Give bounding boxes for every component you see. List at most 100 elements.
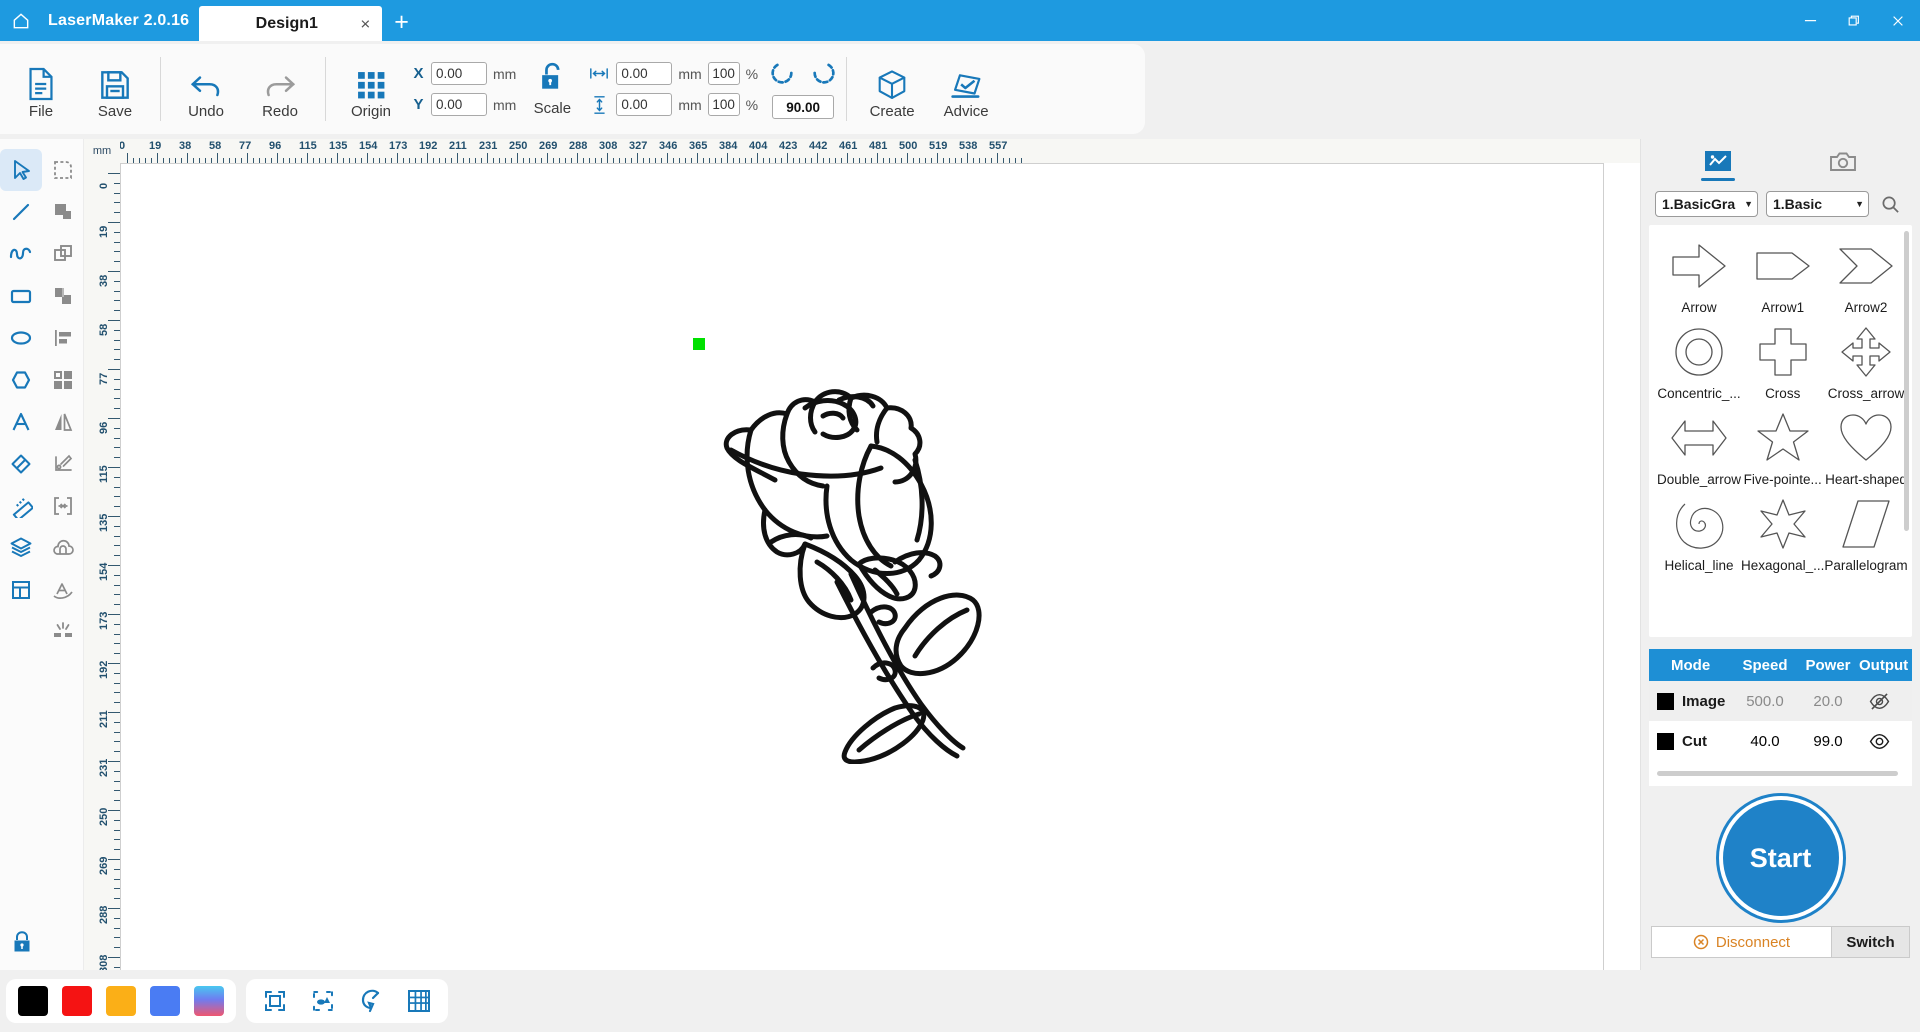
rotation-input[interactable]: 90.00 xyxy=(772,95,835,119)
undo-button[interactable]: Undo xyxy=(169,44,243,134)
lock-icon[interactable] xyxy=(8,928,36,956)
eye-off-icon[interactable] xyxy=(1859,692,1899,710)
canvas-area[interactable]: mm 0 19 38 58 77 96 115 135 154 173 192 211 231 250 26… xyxy=(84,139,1640,970)
shape-arrow1[interactable]: Arrow1 xyxy=(1741,229,1824,315)
line-tool[interactable] xyxy=(0,191,42,233)
text-path-tool[interactable] xyxy=(42,569,84,611)
rotate-right-icon[interactable] xyxy=(810,59,838,92)
select-shapes-icon[interactable] xyxy=(306,984,340,1018)
width-percent-input[interactable]: 100 xyxy=(707,62,740,85)
ribbon-toolbar-wrap: File Save Undo Redo Origin X 0.00 mm Y 0… xyxy=(0,41,1920,139)
width-input[interactable]: 0.00 xyxy=(616,62,673,85)
y-input[interactable]: 0.00 xyxy=(431,93,487,116)
redo-button[interactable]: Redo xyxy=(243,44,317,134)
close-window-icon[interactable] xyxy=(1876,0,1920,41)
file-button[interactable]: File xyxy=(4,44,78,134)
fit-selection-icon[interactable] xyxy=(258,984,292,1018)
layer-color-chip xyxy=(1657,692,1674,710)
design-sheet[interactable] xyxy=(120,163,1604,970)
shape-hexagonal-star[interactable]: Hexagonal_... xyxy=(1741,487,1824,573)
save-button[interactable]: Save xyxy=(78,44,152,134)
shape-cross-arrow[interactable]: Cross_arrow xyxy=(1824,315,1907,401)
shape-heart[interactable]: Heart-shaped xyxy=(1824,401,1907,487)
table-row[interactable]: Image 500.0 20.0 xyxy=(1649,681,1912,721)
shape-parallelogram[interactable]: Parallelogram xyxy=(1824,487,1908,573)
shape-double-arrow[interactable]: Double_arrow xyxy=(1657,401,1741,487)
shape-arrow[interactable]: Arrow xyxy=(1657,229,1741,315)
power-cell[interactable]: 99.0 xyxy=(1797,733,1859,750)
maximize-icon[interactable] xyxy=(1832,0,1876,41)
camera-tab[interactable] xyxy=(1808,143,1878,187)
node-edit-tool[interactable] xyxy=(42,149,84,191)
shape-concentric[interactable]: Concentric_... xyxy=(1657,315,1741,401)
start-button[interactable]: Start xyxy=(1722,800,1839,916)
ruler-tick xyxy=(108,222,120,223)
curve-tool[interactable] xyxy=(0,233,42,275)
selection-handle[interactable] xyxy=(693,338,705,350)
laser-focus-tool[interactable] xyxy=(42,611,84,653)
search-icon[interactable] xyxy=(1877,191,1903,217)
color-swatch-black[interactable] xyxy=(18,986,48,1016)
offset-tool[interactable] xyxy=(42,485,84,527)
rectangle-tool[interactable] xyxy=(0,275,42,317)
align-tool[interactable] xyxy=(42,317,84,359)
vertical-ruler[interactable]: 0 19 38 58 77 96 115 135 154 173 192 211 231 250 269 28… xyxy=(84,163,120,970)
table-row[interactable]: Cut 40.0 99.0 xyxy=(1649,721,1912,761)
speed-cell[interactable]: 40.0 xyxy=(1733,733,1797,750)
shape-library[interactable]: Arrow Arrow1 Arrow2 Concentric_... Cross… xyxy=(1649,225,1912,637)
subcategory-value: 1.Basic xyxy=(1773,196,1823,212)
close-icon[interactable]: × xyxy=(360,15,370,32)
frame-tool[interactable] xyxy=(0,569,42,611)
ellipse-tool[interactable] xyxy=(0,317,42,359)
color-swatch-orange[interactable] xyxy=(106,986,136,1016)
advice-button[interactable]: Advice xyxy=(929,44,1003,134)
category-select[interactable]: 1.BasicGra ▼ xyxy=(1655,191,1758,217)
create-button[interactable]: Create xyxy=(855,44,929,134)
minimize-icon[interactable] xyxy=(1788,0,1832,41)
subcategory-select[interactable]: 1.Basic ▼ xyxy=(1766,191,1869,217)
layers-tool[interactable] xyxy=(0,527,42,569)
text-tool[interactable] xyxy=(0,401,42,443)
color-swatch-blue[interactable] xyxy=(150,986,180,1016)
power-cell[interactable]: 20.0 xyxy=(1797,693,1859,710)
library-tab[interactable] xyxy=(1683,143,1753,187)
select-tool[interactable] xyxy=(0,149,42,191)
new-tab-icon[interactable]: + xyxy=(382,10,421,41)
cloud-tool[interactable] xyxy=(42,527,84,569)
undo-icon xyxy=(188,59,224,101)
rose-artwork[interactable] xyxy=(709,364,989,764)
ruler-tool[interactable] xyxy=(0,485,42,527)
shape-cross[interactable]: Cross xyxy=(1741,315,1824,401)
height-input[interactable]: 0.00 xyxy=(616,93,673,116)
eye-icon[interactable] xyxy=(1859,733,1899,750)
intersect-tool[interactable] xyxy=(42,275,84,317)
array-tool[interactable] xyxy=(42,359,84,401)
tab-design1[interactable]: Design1 × xyxy=(199,6,383,41)
disconnect-button[interactable]: Disconnect xyxy=(1652,927,1831,957)
horizontal-ruler[interactable]: 0 19 38 58 77 96 115 135 154 173 192 211 231 250 269 28… xyxy=(120,139,1640,163)
rotate-left-icon[interactable] xyxy=(768,59,796,92)
subtract-tool[interactable] xyxy=(42,233,84,275)
measure-angle-tool[interactable] xyxy=(42,443,84,485)
scale-lock-button[interactable]: Scale xyxy=(520,44,584,134)
grid-toggle-icon[interactable] xyxy=(402,984,436,1018)
speed-cell[interactable]: 500.0 xyxy=(1733,693,1797,710)
color-swatch-red[interactable] xyxy=(62,986,92,1016)
library-scrollbar[interactable] xyxy=(1904,231,1909,531)
switch-button[interactable]: Switch xyxy=(1831,927,1909,957)
magnet-snap-icon[interactable] xyxy=(354,984,388,1018)
home-icon[interactable] xyxy=(0,0,42,41)
x-input[interactable]: 0.00 xyxy=(431,62,487,85)
origin-button[interactable]: Origin xyxy=(334,44,408,134)
polygon-tool[interactable] xyxy=(0,359,42,401)
shape-helical-line[interactable]: Helical_line xyxy=(1657,487,1741,573)
eraser-tool[interactable] xyxy=(0,443,42,485)
shape-arrow2[interactable]: Arrow2 xyxy=(1824,229,1907,315)
mirror-tool[interactable] xyxy=(42,401,84,443)
height-percent-input[interactable]: 100 xyxy=(707,93,740,116)
shape-five-pointed-star[interactable]: Five-pointe... xyxy=(1741,401,1824,487)
union-tool[interactable] xyxy=(42,191,84,233)
mode-scrollbar[interactable] xyxy=(1657,771,1898,776)
color-swatch-gradient[interactable] xyxy=(194,986,224,1016)
ruler-tick-label: 346 xyxy=(659,140,678,152)
